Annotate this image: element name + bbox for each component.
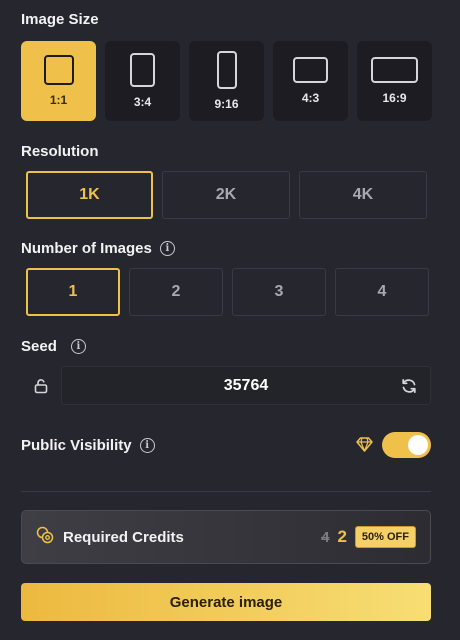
portrait-aspect-icon (130, 53, 155, 87)
info-icon[interactable]: i (70, 339, 86, 354)
info-icon[interactable]: i (159, 241, 175, 256)
public-visibility-toggle[interactable] (382, 432, 431, 458)
image-size-options: 1:1 3:4 9:16 4:3 16:9 (21, 41, 432, 121)
aspect-3-4-option[interactable]: 3:4 (105, 41, 180, 121)
divider (21, 491, 431, 492)
info-icon[interactable]: i (139, 438, 155, 453)
required-credits-label: Required Credits (63, 528, 184, 546)
seed-input[interactable]: 35764 (61, 366, 431, 405)
wide-landscape-aspect-icon (371, 57, 418, 83)
image-size-heading: Image Size (21, 11, 99, 28)
diamond-icon (356, 437, 373, 457)
public-visibility-heading: Public Visibility i (21, 437, 155, 454)
image-count-2-option[interactable]: 2 (129, 268, 223, 316)
seed-heading: Seed i (21, 338, 86, 355)
number-of-images-heading: Number of Images i (21, 240, 175, 257)
aspect-9-16-option[interactable]: 9:16 (189, 41, 264, 121)
discount-badge: 50% OFF (354, 526, 416, 548)
seed-control: 35764 (21, 366, 431, 405)
resolution-heading: Resolution (21, 143, 99, 160)
number-of-images-options: 1 2 3 4 (26, 268, 429, 316)
landscape-aspect-icon (293, 57, 328, 83)
resolution-2k-option[interactable]: 2K (162, 171, 290, 219)
refresh-icon[interactable] (400, 377, 418, 395)
resolution-1k-option[interactable]: 1K (26, 171, 153, 219)
toggle-knob (408, 435, 428, 455)
image-count-1-option[interactable]: 1 (26, 268, 120, 316)
unlock-icon[interactable] (21, 366, 60, 405)
resolution-4k-option[interactable]: 4K (299, 171, 427, 219)
square-aspect-icon (43, 55, 74, 85)
image-count-3-option[interactable]: 3 (232, 268, 326, 316)
discounted-credits: 2 (337, 527, 347, 546)
generate-image-button[interactable]: Generate image (21, 583, 431, 621)
original-credits: 4 (321, 528, 330, 546)
aspect-1-1-option[interactable]: 1:1 (21, 41, 96, 121)
aspect-4-3-option[interactable]: 4:3 (273, 41, 348, 121)
image-count-4-option[interactable]: 4 (335, 268, 429, 316)
tall-portrait-aspect-icon (216, 51, 237, 89)
coins-icon (36, 526, 54, 549)
required-credits-box: Required Credits 4 2 50% OFF (21, 510, 431, 564)
credits-price: 4 2 50% OFF (321, 526, 416, 548)
resolution-options: 1K 2K 4K (26, 171, 427, 219)
image-settings-panel: Image Size 1:1 3:4 9:16 4:3 16:9 Resolut… (0, 0, 460, 640)
aspect-16-9-option[interactable]: 16:9 (357, 41, 432, 121)
